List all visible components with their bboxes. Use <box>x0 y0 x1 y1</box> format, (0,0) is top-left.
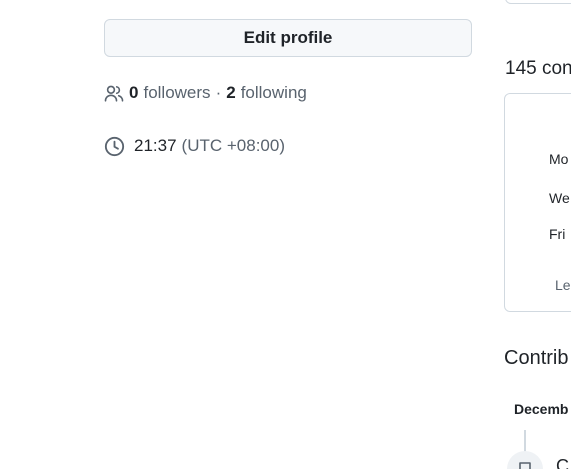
cropped-box <box>505 0 571 4</box>
followers-link[interactable]: followers <box>143 83 210 103</box>
follow-separator: · <box>215 83 222 102</box>
timezone: (UTC +08:00) <box>181 136 285 155</box>
day-label-fri: Fri <box>549 226 566 242</box>
contribution-activity-title: Contrib <box>504 347 569 369</box>
following-link[interactable]: following <box>241 83 307 103</box>
graph-legend-link[interactable]: Lea <box>555 277 571 293</box>
contributions-count: 145 con <box>505 58 571 79</box>
following-count[interactable]: 2 <box>226 83 235 103</box>
repo-icon <box>519 462 531 469</box>
edit-profile-button[interactable]: Edit profile <box>104 19 472 57</box>
people-icon <box>104 85 124 102</box>
day-label-mon: Mo <box>549 151 569 167</box>
followers-row: 0 followers · 2 following <box>104 81 307 105</box>
local-time: 21:37 <box>134 136 177 155</box>
timeline-badge <box>507 451 543 469</box>
day-label-wed: We <box>549 190 570 206</box>
clock-icon <box>104 136 125 156</box>
activity-month-label: Decemb <box>514 401 569 417</box>
timeline-item-text: C <box>556 456 569 469</box>
local-time-row: 21:37 (UTC +08:00) <box>104 134 285 158</box>
followers-count[interactable]: 0 <box>129 83 138 103</box>
